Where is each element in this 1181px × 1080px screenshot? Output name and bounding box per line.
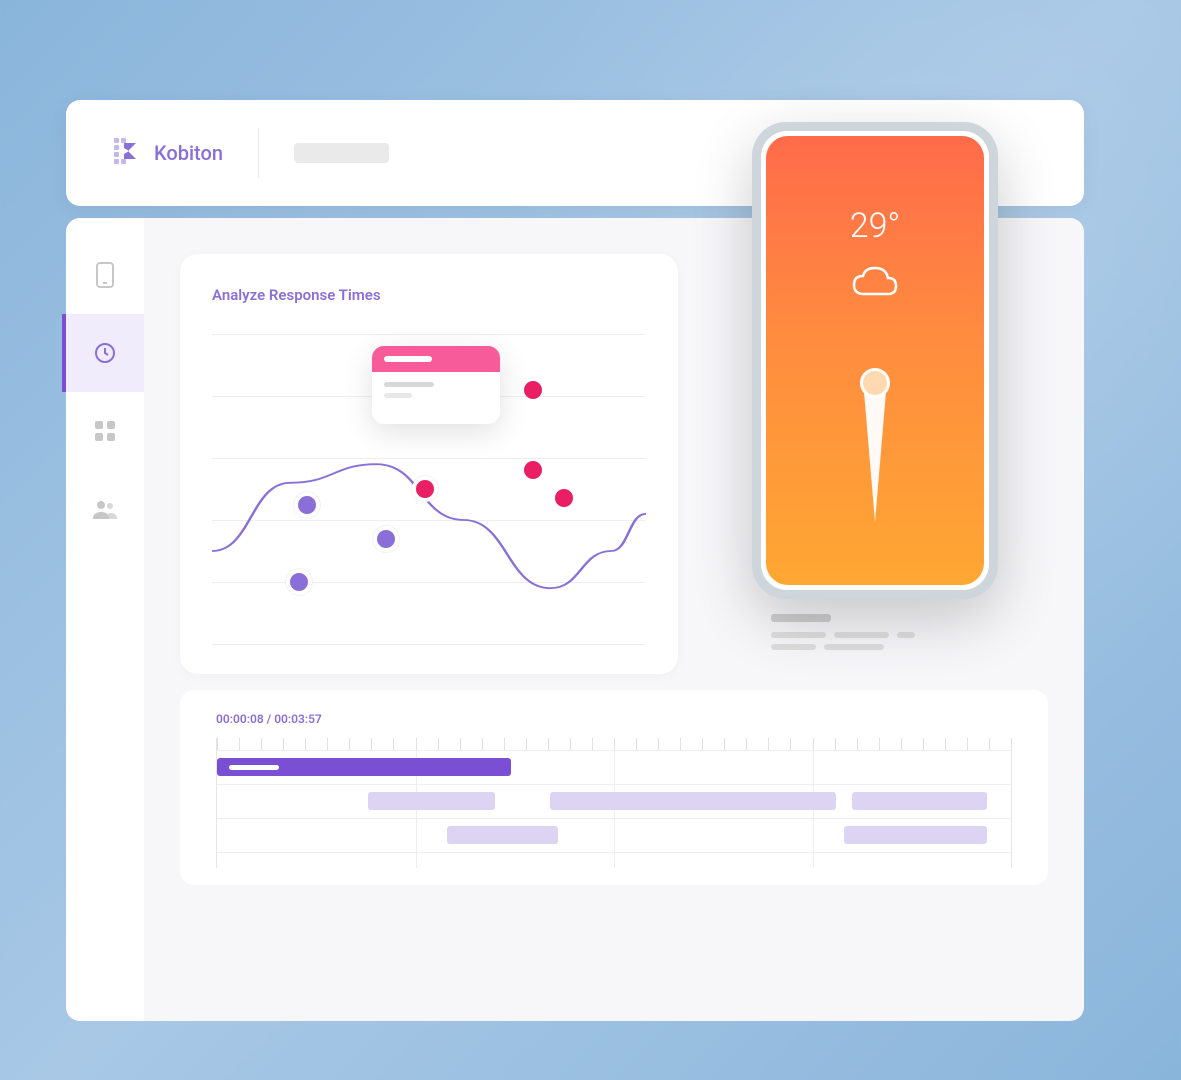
users-icon: [93, 499, 117, 519]
chart-data-point[interactable]: [555, 489, 573, 507]
header-search-placeholder[interactable]: [294, 143, 389, 163]
timeline-span[interactable]: [852, 792, 987, 810]
chart-data-point[interactable]: [524, 461, 542, 479]
sidebar-item-device[interactable]: [66, 236, 144, 314]
timeline-span[interactable]: [844, 826, 987, 844]
sidebar-item-time[interactable]: [66, 314, 144, 392]
chart-data-point[interactable]: [416, 480, 434, 498]
timeline-span[interactable]: [447, 826, 558, 844]
phone-screen[interactable]: 29°: [766, 136, 984, 585]
session-timeline-card: 00:00:08 / 00:03:57: [180, 690, 1048, 885]
chart-tooltip: [372, 346, 500, 424]
phone-frame: 29°: [752, 122, 998, 599]
header-divider: [258, 128, 259, 178]
device-preview: 29°: [752, 122, 998, 599]
timeline-active-span[interactable]: [217, 758, 511, 776]
chart-data-point[interactable]: [290, 573, 308, 591]
timeline-track[interactable]: [216, 738, 1012, 868]
timeline-timestamp: 00:00:08 / 00:03:57: [216, 712, 1012, 726]
logo-icon: [114, 138, 144, 168]
brand-logo[interactable]: Kobiton: [114, 138, 223, 168]
grid-icon: [95, 421, 115, 441]
timeline-span[interactable]: [368, 792, 495, 810]
chart-plot-area[interactable]: [212, 334, 646, 644]
chart-data-point[interactable]: [377, 530, 395, 548]
device-preview-meta: [771, 614, 991, 656]
chart-data-point[interactable]: [524, 381, 542, 399]
sidebar-item-grid[interactable]: [66, 392, 144, 470]
phone-icon: [95, 261, 115, 289]
touch-pointer-icon: [860, 368, 890, 522]
response-time-chart-card: Analyze Response Times: [180, 254, 678, 674]
sidebar-nav: [66, 218, 144, 1021]
weather-temperature: 29°: [850, 206, 901, 246]
chart-data-point[interactable]: [298, 496, 316, 514]
cloud-icon: [848, 264, 902, 306]
timeline-span[interactable]: [550, 792, 836, 810]
brand-name: Kobiton: [154, 141, 223, 165]
clock-icon: [93, 341, 117, 365]
chart-title: Analyze Response Times: [212, 286, 646, 304]
sidebar-item-users[interactable]: [66, 470, 144, 548]
